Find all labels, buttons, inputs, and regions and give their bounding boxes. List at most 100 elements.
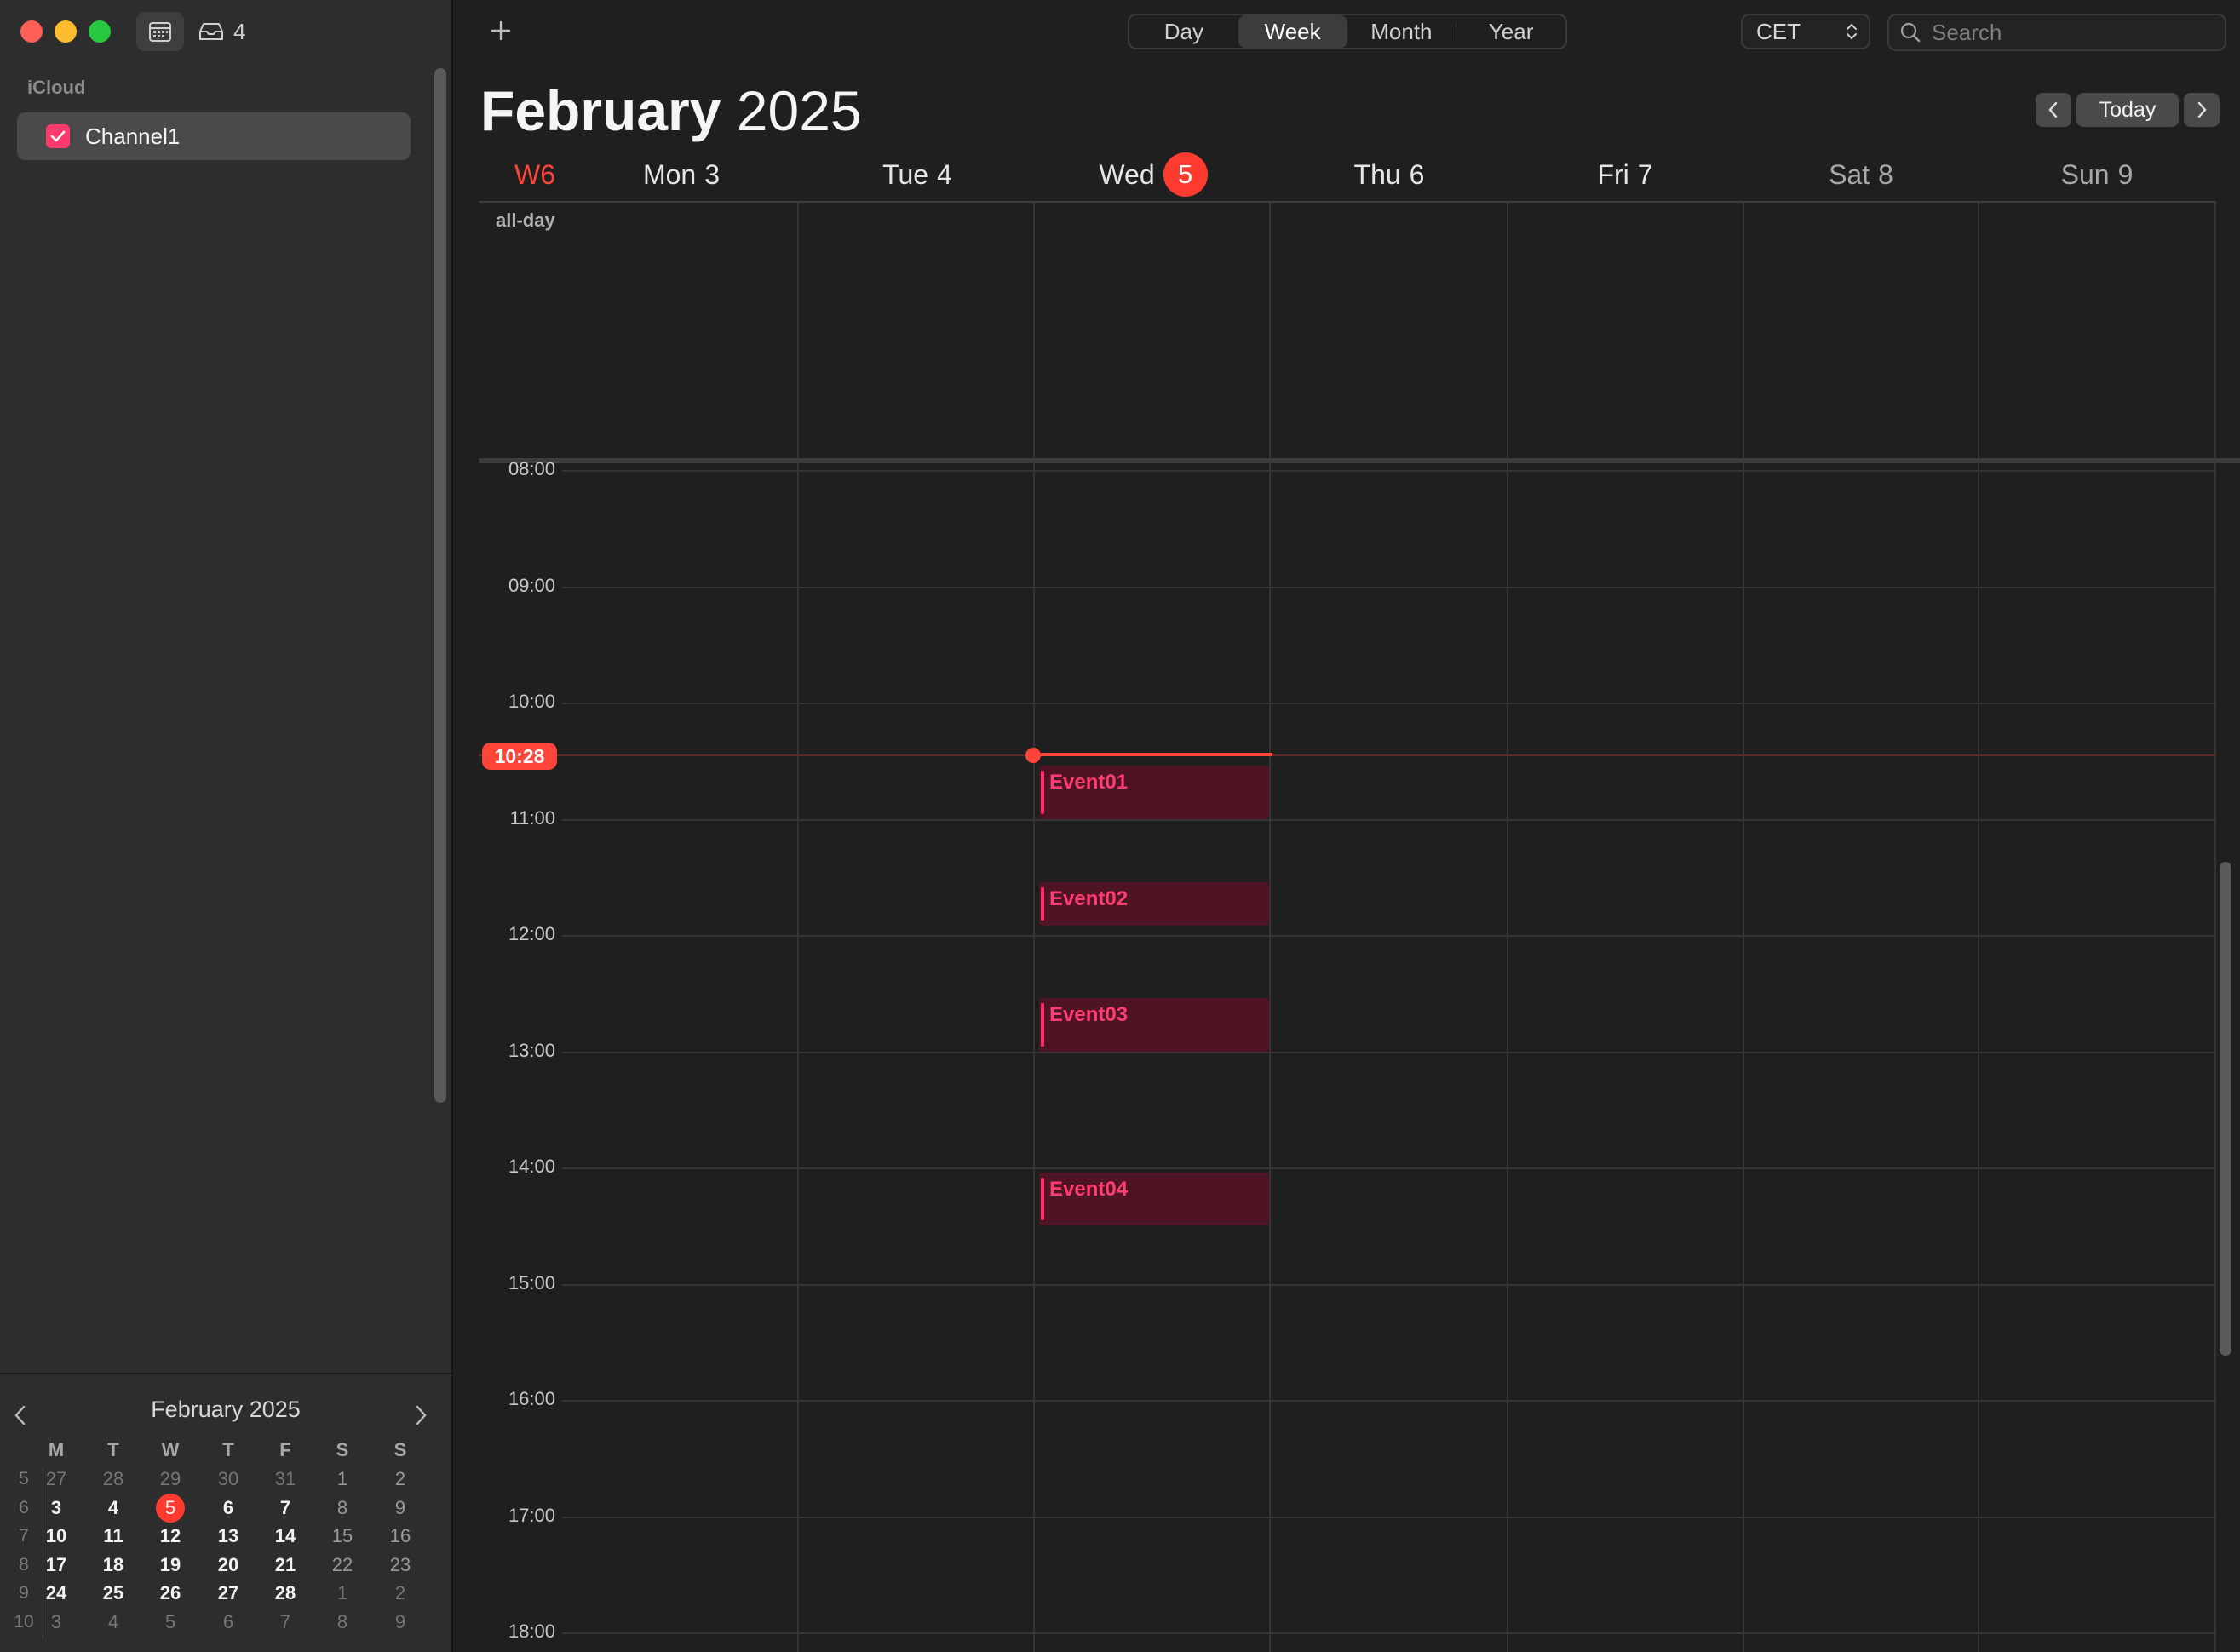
calendar-list-toggle-button[interactable] — [136, 12, 184, 51]
mini-calendar-day[interactable]: 15 — [325, 1522, 359, 1551]
hour-label: 09:00 — [508, 574, 555, 596]
title-month: February — [480, 79, 721, 142]
timezone-select[interactable]: CET — [1741, 14, 1870, 49]
mini-calendar-day[interactable]: 7 — [268, 1608, 302, 1637]
event-block[interactable]: Event04 — [1039, 1173, 1269, 1226]
mini-calendar-day[interactable]: 20 — [211, 1551, 245, 1580]
day-header-number: 6 — [1409, 158, 1425, 190]
mini-calendar-day[interactable]: 29 — [153, 1465, 187, 1494]
mini-calendar-day[interactable]: 11 — [96, 1522, 130, 1551]
day-header-mon[interactable]: Mon 3 — [571, 152, 792, 198]
calendar-scrollbar[interactable] — [2220, 862, 2231, 1356]
add-event-button[interactable] — [482, 12, 520, 49]
mini-calendar-day[interactable]: 5 — [153, 1608, 187, 1637]
mini-calendar-day[interactable]: 12 — [153, 1522, 187, 1551]
current-time-badge: 10:28 — [482, 743, 557, 770]
mini-calendar-day[interactable]: 5 — [153, 1493, 187, 1523]
mini-calendar-day[interactable]: 9 — [383, 1494, 417, 1523]
today-button[interactable]: Today — [2076, 93, 2179, 127]
inbox-icon — [199, 23, 223, 40]
mini-calendar-next-button[interactable] — [411, 1403, 431, 1431]
day-header-sun[interactable]: Sun 9 — [1986, 152, 2208, 198]
mini-calendar-week-number: 6 — [19, 1497, 29, 1517]
day-header-fri[interactable]: Fri 7 — [1514, 152, 1736, 198]
mini-calendar-day[interactable]: 1 — [325, 1579, 359, 1608]
hour-line — [562, 1051, 2216, 1053]
mini-calendar-weekday: T — [107, 1439, 119, 1460]
search-icon — [1900, 22, 1921, 43]
current-time-today-line — [1032, 753, 1272, 756]
mini-calendar-day[interactable]: 3 — [39, 1494, 73, 1523]
mini-calendar-day[interactable]: 4 — [96, 1608, 130, 1637]
mini-calendar-day[interactable]: 10 — [39, 1522, 73, 1551]
tab-day[interactable]: Day — [1129, 15, 1238, 48]
day-header-thu[interactable]: Thu 6 — [1278, 152, 1500, 198]
calendar-checkbox[interactable] — [46, 124, 70, 148]
event-block[interactable]: Event03 — [1039, 998, 1269, 1052]
mini-calendar-day[interactable]: 17 — [39, 1551, 73, 1580]
mini-calendar-day[interactable]: 30 — [211, 1465, 245, 1494]
tab-week[interactable]: Week — [1238, 15, 1347, 48]
calendar-window: 4 iCloud Channel1 February 2025 MTWTFSS5… — [0, 0, 2240, 1652]
calendar-item-channel1[interactable]: Channel1 — [17, 112, 411, 160]
day-header-name: Sat — [1829, 158, 1870, 190]
mini-calendar-day[interactable]: 7 — [268, 1494, 302, 1523]
mini-calendar-day[interactable]: 25 — [96, 1579, 130, 1608]
search-field[interactable] — [1887, 14, 2226, 51]
mini-calendar-week-number: 10 — [14, 1612, 34, 1632]
current-time-line — [479, 754, 2216, 756]
mini-calendar-day[interactable]: 19 — [153, 1551, 187, 1580]
mini-calendar-day[interactable]: 28 — [268, 1579, 302, 1608]
day-header-number: 8 — [1878, 158, 1893, 190]
mini-calendar-day[interactable]: 28 — [96, 1465, 130, 1494]
mini-calendar-day[interactable]: 18 — [96, 1551, 130, 1580]
event-block[interactable]: Event02 — [1039, 881, 1269, 926]
mini-calendar-day[interactable]: 6 — [211, 1608, 245, 1637]
hour-label: 14:00 — [508, 1156, 555, 1177]
mini-calendar-day[interactable]: 3 — [39, 1608, 73, 1637]
inbox-button[interactable]: 4 — [198, 15, 245, 48]
mini-calendar-day[interactable]: 31 — [268, 1465, 302, 1494]
mini-calendar-day[interactable]: 27 — [211, 1579, 245, 1608]
day-header-sat[interactable]: Sat 8 — [1750, 152, 1972, 198]
window-close-button[interactable] — [20, 20, 43, 43]
day-header-name: Fri — [1597, 158, 1629, 190]
mini-calendar-weekday: S — [393, 1439, 407, 1460]
mini-calendar-weekday: F — [279, 1439, 291, 1460]
mini-calendar-day[interactable]: 27 — [39, 1465, 73, 1494]
mini-calendar-day[interactable]: 23 — [383, 1551, 417, 1580]
search-input[interactable] — [1930, 18, 2214, 47]
hour-line — [562, 1400, 2216, 1402]
mini-calendar-day[interactable]: 13 — [211, 1522, 245, 1551]
mini-calendar-day[interactable]: 8 — [325, 1608, 359, 1637]
tab-year[interactable]: Year — [1456, 15, 1565, 48]
window-zoom-button[interactable] — [89, 20, 111, 43]
mini-calendar-day[interactable]: 16 — [383, 1522, 417, 1551]
event-block[interactable]: Event01 — [1039, 766, 1269, 819]
mini-calendar-day[interactable]: 8 — [325, 1494, 359, 1523]
event-title: Event04 — [1049, 1178, 1129, 1201]
header-divider — [479, 201, 2216, 203]
day-column-divider — [1978, 203, 1979, 1652]
tab-month[interactable]: Month — [1347, 15, 1456, 48]
chevron-up-down-icon — [1847, 23, 1857, 40]
day-header-name: Thu — [1353, 158, 1401, 190]
mini-calendar-day[interactable]: 2 — [383, 1579, 417, 1608]
mini-calendar-day[interactable]: 24 — [39, 1579, 73, 1608]
sidebar-scrollbar[interactable] — [434, 68, 446, 1103]
day-header-wed[interactable]: Wed 5 — [1042, 152, 1264, 198]
window-minimize-button[interactable] — [55, 20, 77, 43]
previous-week-button[interactable] — [2036, 93, 2071, 127]
mini-calendar-day[interactable]: 21 — [268, 1551, 302, 1580]
hour-label: 11:00 — [509, 806, 555, 829]
mini-calendar-day[interactable]: 1 — [325, 1465, 359, 1494]
mini-calendar-day[interactable]: 4 — [96, 1494, 130, 1523]
mini-calendar-day[interactable]: 2 — [383, 1465, 417, 1494]
day-header-tue[interactable]: Tue 4 — [807, 152, 1028, 198]
next-week-button[interactable] — [2184, 93, 2220, 127]
mini-calendar-day[interactable]: 9 — [383, 1608, 417, 1637]
mini-calendar-day[interactable]: 14 — [268, 1522, 302, 1551]
mini-calendar-day[interactable]: 6 — [211, 1494, 245, 1523]
mini-calendar-day[interactable]: 26 — [153, 1579, 187, 1608]
mini-calendar-day[interactable]: 22 — [325, 1551, 359, 1580]
